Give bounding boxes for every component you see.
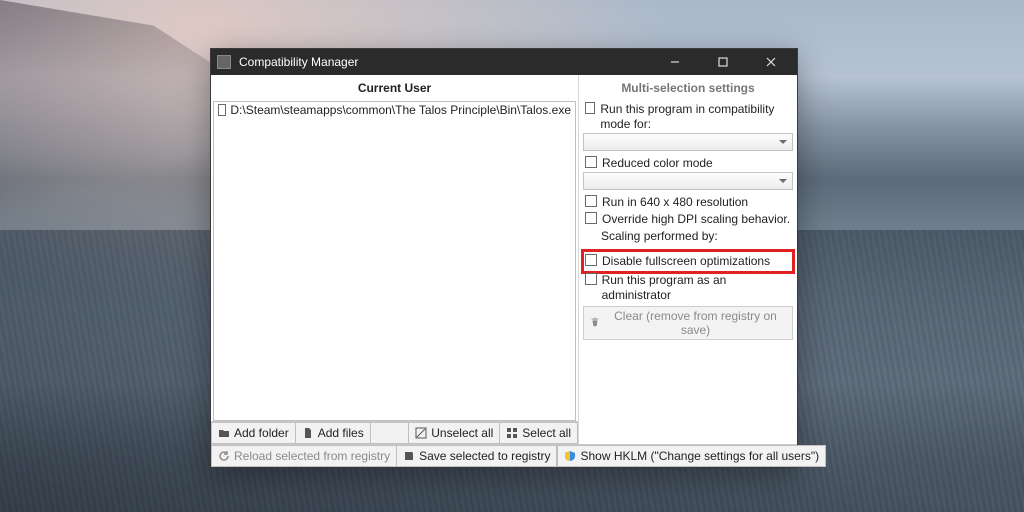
list-item-path: D:\Steam\steamapps\common\The Talos Prin… (230, 103, 571, 117)
window-title: Compatibility Manager (239, 55, 358, 69)
unselect-icon (415, 427, 427, 439)
compat-mode-option[interactable]: Run this program in compatibility mode f… (583, 101, 793, 133)
reduced-color-combo[interactable] (583, 172, 793, 190)
disable-fullscreen-checkbox[interactable] (585, 254, 597, 266)
add-folder-label: Add folder (234, 426, 289, 440)
desktop-wallpaper: Compatibility Manager Current User D:\St… (0, 0, 1024, 512)
run-640-checkbox[interactable] (585, 195, 597, 207)
save-button[interactable]: Save selected to registry (396, 445, 557, 467)
save-label: Save selected to registry (419, 449, 550, 463)
clear-button[interactable]: Clear (remove from registry on save) (583, 306, 793, 340)
save-icon (403, 450, 415, 462)
compat-mode-combo[interactable] (583, 133, 793, 151)
reduced-color-checkbox[interactable] (585, 156, 597, 168)
add-files-button[interactable]: Add files (295, 422, 371, 444)
run-640-option[interactable]: Run in 640 x 480 resolution (583, 194, 793, 211)
app-icon (217, 55, 231, 69)
maximize-icon (718, 57, 728, 67)
dpi-override-option[interactable]: Override high DPI scaling behavior. (583, 211, 793, 228)
run-admin-checkbox[interactable] (585, 273, 597, 285)
close-button[interactable] (751, 49, 791, 75)
reload-icon (218, 450, 230, 462)
left-pane-header: Current User (211, 75, 578, 101)
show-hklm-button[interactable]: Show HKLM ("Change settings for all user… (557, 445, 826, 467)
file-icon (302, 427, 314, 439)
app-window: Compatibility Manager Current User D:\St… (210, 48, 798, 468)
close-icon (766, 57, 776, 67)
left-toolbar: Add folder Add files Unselect all (211, 421, 578, 444)
run-640-label: Run in 640 x 480 resolution (602, 195, 748, 210)
reduced-color-label: Reduced color mode (602, 156, 713, 171)
folder-icon (218, 427, 230, 439)
settings-panel: Run this program in compatibility mode f… (579, 101, 797, 444)
shield-icon (564, 450, 576, 462)
dpi-override-label: Override high DPI scaling behavior. (602, 212, 790, 227)
minimize-icon (670, 57, 680, 67)
compat-mode-checkbox[interactable] (585, 102, 595, 114)
select-all-button[interactable]: Select all (499, 422, 578, 444)
disable-fullscreen-option[interactable]: Disable fullscreen optimizations (583, 251, 793, 272)
list-item-checkbox[interactable] (218, 104, 226, 116)
maximize-button[interactable] (703, 49, 743, 75)
run-admin-label: Run this program as an administrator (602, 273, 791, 303)
unselect-all-label: Unselect all (431, 426, 493, 440)
clear-label: Clear (remove from registry on save) (605, 309, 786, 337)
reload-label: Reload selected from registry (234, 449, 390, 463)
right-pane-header: Multi-selection settings (579, 75, 797, 101)
select-icon (506, 427, 518, 439)
dpi-scaling-by-row: Scaling performed by: (583, 228, 793, 245)
disable-fullscreen-label: Disable fullscreen optimizations (602, 254, 770, 269)
reload-button[interactable]: Reload selected from registry (211, 445, 397, 467)
titlebar[interactable]: Compatibility Manager (211, 49, 797, 75)
file-list[interactable]: D:\Steam\steamapps\common\The Talos Prin… (213, 101, 576, 421)
dpi-override-checkbox[interactable] (585, 212, 597, 224)
footer-toolbar: Reload selected from registry Save selec… (211, 444, 797, 467)
dpi-scaling-by-label: Scaling performed by: (601, 229, 718, 244)
reduced-color-option[interactable]: Reduced color mode (583, 155, 793, 172)
run-admin-option[interactable]: Run this program as an administrator (583, 272, 793, 304)
select-all-label: Select all (522, 426, 571, 440)
trash-icon (590, 316, 600, 330)
unselect-all-button[interactable]: Unselect all (408, 422, 500, 444)
compat-mode-label: Run this program in compatibility mode f… (600, 102, 791, 132)
show-hklm-label: Show HKLM ("Change settings for all user… (580, 449, 819, 463)
list-item[interactable]: D:\Steam\steamapps\common\The Talos Prin… (214, 102, 575, 118)
minimize-button[interactable] (655, 49, 695, 75)
add-files-label: Add files (318, 426, 364, 440)
add-folder-button[interactable]: Add folder (211, 422, 296, 444)
